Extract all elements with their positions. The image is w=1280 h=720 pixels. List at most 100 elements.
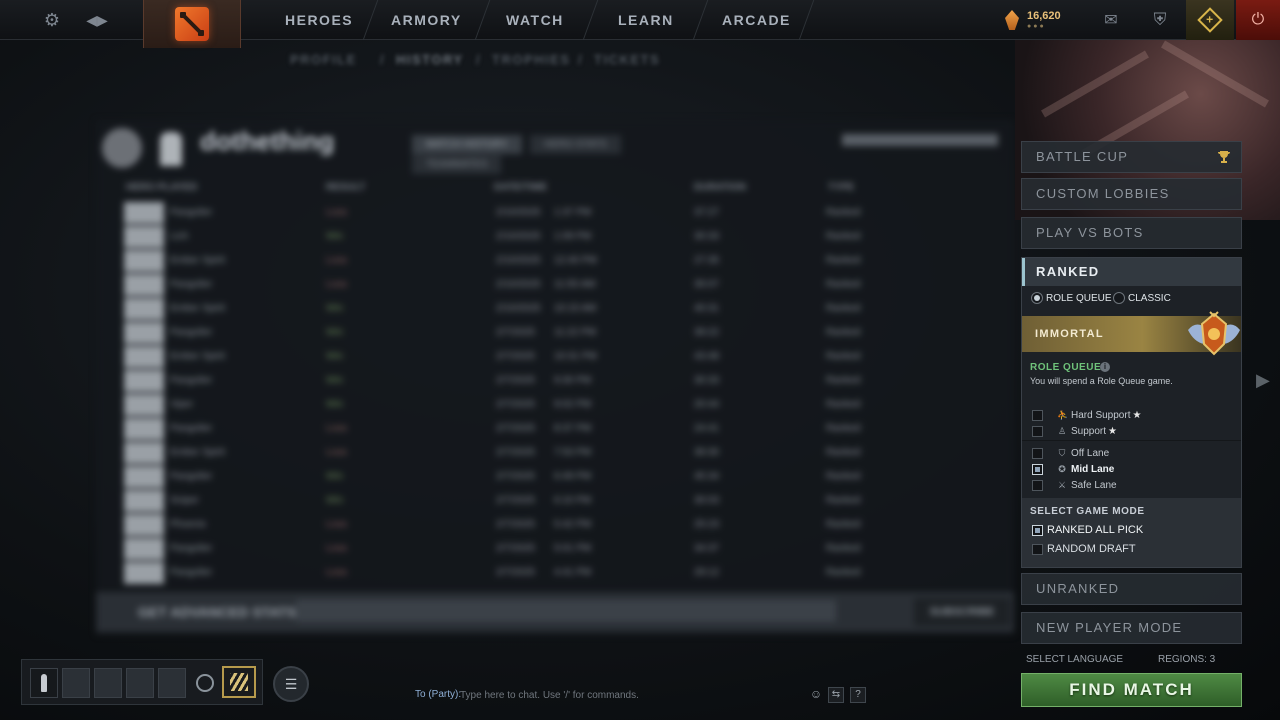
match-duration: 45:34 bbox=[694, 471, 720, 482]
role-support[interactable]: ♙ Support ★ bbox=[1032, 424, 1117, 438]
play-vs-bots-button[interactable]: PLAY VS BOTS bbox=[1021, 217, 1242, 249]
match-history-panel: dothething MATCH HISTORY HERO STATS TEAM… bbox=[96, 120, 1014, 635]
match-type: Ranked bbox=[826, 543, 861, 554]
role-hard-support[interactable]: ⛹ Hard Support ★ bbox=[1032, 408, 1141, 422]
find-match-button[interactable]: FIND MATCH bbox=[1021, 673, 1242, 707]
role-off-lane[interactable]: ⛉ Off Lane bbox=[1032, 446, 1109, 460]
checkbox[interactable] bbox=[1032, 425, 1043, 437]
checkbox-checked[interactable] bbox=[1032, 463, 1043, 475]
mode-ranked-all-pick[interactable]: RANKED ALL PICK bbox=[1032, 523, 1143, 537]
mail-icon[interactable]: ✉ bbox=[1098, 0, 1124, 40]
tab-hero-stats[interactable]: HERO STATS bbox=[530, 135, 621, 154]
star-icon: ★ bbox=[1132, 410, 1142, 421]
hero-portrait bbox=[124, 202, 164, 224]
table-row[interactable]: Pangolier Loss 2/7/2025 5:01 PM 34:37 Ranked bbox=[124, 538, 884, 560]
table-row[interactable]: Pangolier Loss 2/7/2025 4:41 PM 29:12 Ranked bbox=[124, 562, 884, 584]
hero-name: Ember Spirit bbox=[170, 255, 226, 266]
subnav-history[interactable]: HISTORY bbox=[396, 52, 464, 68]
chat-wheel-icon[interactable]: ⇆ bbox=[828, 687, 844, 703]
nav-separator bbox=[692, 0, 709, 40]
armory-shield-icon[interactable]: ⛨ bbox=[1146, 0, 1174, 40]
dota-logo-button[interactable] bbox=[143, 0, 241, 48]
dota-plus-badge-icon[interactable] bbox=[222, 666, 256, 698]
mid-lane-icon: ✪ bbox=[1058, 464, 1066, 474]
chat-input[interactable] bbox=[460, 686, 805, 704]
tab-teammates[interactable]: TEAMMATES bbox=[412, 155, 502, 174]
table-row[interactable]: Pangolier Win 2/7/2025 11:22 PM 39:22 Ranked bbox=[124, 322, 884, 344]
info-icon[interactable]: i bbox=[1100, 362, 1110, 372]
chat-channel-label[interactable]: To (Party): bbox=[415, 689, 461, 700]
chevron-right-icon[interactable]: ▶ bbox=[1256, 370, 1270, 391]
checkbox[interactable] bbox=[1032, 409, 1043, 421]
nav-heroes[interactable]: HEROES bbox=[285, 0, 353, 40]
select-language-link[interactable]: SELECT LANGUAGE bbox=[1026, 654, 1123, 665]
headset-icon[interactable] bbox=[196, 674, 214, 692]
checkbox[interactable] bbox=[1032, 543, 1043, 555]
match-date: 2/7/2025 bbox=[496, 327, 535, 338]
match-date: 2/10/2025 bbox=[496, 279, 541, 290]
friends-icon[interactable]: ☰ bbox=[273, 666, 309, 702]
table-row[interactable]: Pangolier Win 2/7/2025 6:49 PM 45:34 Ranked bbox=[124, 466, 884, 488]
battle-cup-button[interactable]: BATTLE CUP bbox=[1021, 141, 1242, 173]
match-type: Ranked bbox=[826, 207, 861, 218]
subnav-profile[interactable]: PROFILE bbox=[290, 52, 357, 68]
table-row[interactable]: Ember Spirit Win 2/10/2025 10:15 AM 40:31 Ran… bbox=[124, 298, 884, 320]
table-row[interactable]: Ember Spirit Win 2/7/2025 10:31 PM 43:48 Rank… bbox=[124, 346, 884, 368]
table-row[interactable]: Pangolier Loss 2/7/2025 8:37 PM 24:41 Ranked bbox=[124, 418, 884, 440]
star-icon: ★ bbox=[1108, 426, 1117, 437]
hero-name: Pangolier bbox=[170, 375, 213, 386]
subscribe-button[interactable]: SUBSCRIBE bbox=[914, 598, 1010, 626]
nav-watch[interactable]: WATCH bbox=[506, 0, 564, 40]
col-type: TYPE bbox=[828, 182, 855, 193]
subnav-tickets[interactable]: TICKETS bbox=[594, 52, 660, 68]
unranked-button[interactable]: UNRANKED bbox=[1021, 573, 1242, 605]
emoji-icon[interactable]: ☺ bbox=[808, 687, 824, 703]
power-icon[interactable]: ⏻ bbox=[1236, 0, 1280, 40]
dota-plus-button[interactable]: + bbox=[1186, 0, 1234, 40]
table-row[interactable]: Pangolier Loss 2/10/2025 1:37 PM 37:27 Ranked bbox=[124, 202, 884, 224]
table-row[interactable]: Ember Spirit Loss 2/7/2025 7:53 PM 39:30 Rank… bbox=[124, 442, 884, 464]
table-row[interactable]: Pangolier Loss 2/10/2025 11:55 AM 35:07 Ranke… bbox=[124, 274, 884, 296]
tab-match-history[interactable]: MATCH HISTORY bbox=[412, 135, 522, 154]
hard-support-icon: ⛹ bbox=[1057, 410, 1069, 420]
match-type: Ranked bbox=[826, 255, 861, 266]
settings-gear-icon[interactable]: ⚙ bbox=[38, 0, 66, 40]
hero-portrait bbox=[124, 274, 164, 296]
party-slot-self[interactable] bbox=[30, 668, 58, 698]
ranked-header[interactable]: RANKED bbox=[1022, 258, 1241, 286]
table-row[interactable]: Phoenix Loss 2/7/2025 5:42 PM 25:23 Ranked bbox=[124, 514, 884, 536]
match-time: 10:31 PM bbox=[554, 351, 597, 362]
table-row[interactable]: Pangolier Win 2/7/2025 9:30 PM 30:33 Ranked bbox=[124, 370, 884, 392]
shards-balance[interactable]: 16,620 ●●● bbox=[1003, 8, 1083, 34]
hero-portrait bbox=[124, 466, 164, 488]
custom-lobbies-button[interactable]: CUSTOM LOBBIES bbox=[1021, 178, 1242, 210]
table-row[interactable]: Sniper Win 2/7/2025 6:10 PM 30:03 Ranked bbox=[124, 490, 884, 512]
subnav-trophies[interactable]: TROPHIES bbox=[492, 52, 570, 68]
role-mid-lane[interactable]: ✪ Mid Lane bbox=[1032, 462, 1114, 476]
help-icon[interactable]: ? bbox=[850, 687, 866, 703]
table-row[interactable]: Viper Win 2/7/2025 9:02 PM 20:44 Ranked bbox=[124, 394, 884, 416]
regions-link[interactable]: REGIONS: 3 bbox=[1158, 654, 1215, 665]
party-slot-empty[interactable] bbox=[158, 668, 186, 698]
party-slot-empty[interactable] bbox=[126, 668, 154, 698]
nav-armory[interactable]: ARMORY bbox=[391, 0, 462, 40]
new-player-mode-button[interactable]: NEW PLAYER MODE bbox=[1021, 612, 1242, 644]
classic-radio[interactable]: CLASSIC bbox=[1113, 292, 1171, 306]
table-row[interactable]: Lich Win 2/10/2025 1:09 PM 30:33 Ranked bbox=[124, 226, 884, 248]
party-slot-empty[interactable] bbox=[62, 668, 90, 698]
match-type: Ranked bbox=[826, 495, 861, 506]
nav-learn[interactable]: LEARN bbox=[618, 0, 674, 40]
checkbox[interactable] bbox=[1032, 479, 1043, 491]
role-safe-lane[interactable]: ⚔ Safe Lane bbox=[1032, 478, 1117, 492]
role-queue-radio[interactable]: ROLE QUEUE bbox=[1031, 292, 1112, 306]
checkbox[interactable] bbox=[1032, 447, 1043, 459]
back-forward-icon[interactable]: ◀▶ bbox=[82, 0, 112, 40]
role-label: Off Lane bbox=[1071, 448, 1110, 459]
match-duration: 39:30 bbox=[694, 447, 720, 458]
mode-random-draft[interactable]: RANDOM DRAFT bbox=[1032, 542, 1136, 556]
checkbox-checked[interactable] bbox=[1032, 524, 1043, 536]
table-row[interactable]: Ember Spirit Loss 2/10/2025 12:40 PM 27:35 Ra… bbox=[124, 250, 884, 272]
nav-arcade[interactable]: ARCADE bbox=[722, 0, 791, 40]
party-slot-empty[interactable] bbox=[94, 668, 122, 698]
hero-name: Viper bbox=[170, 399, 194, 410]
